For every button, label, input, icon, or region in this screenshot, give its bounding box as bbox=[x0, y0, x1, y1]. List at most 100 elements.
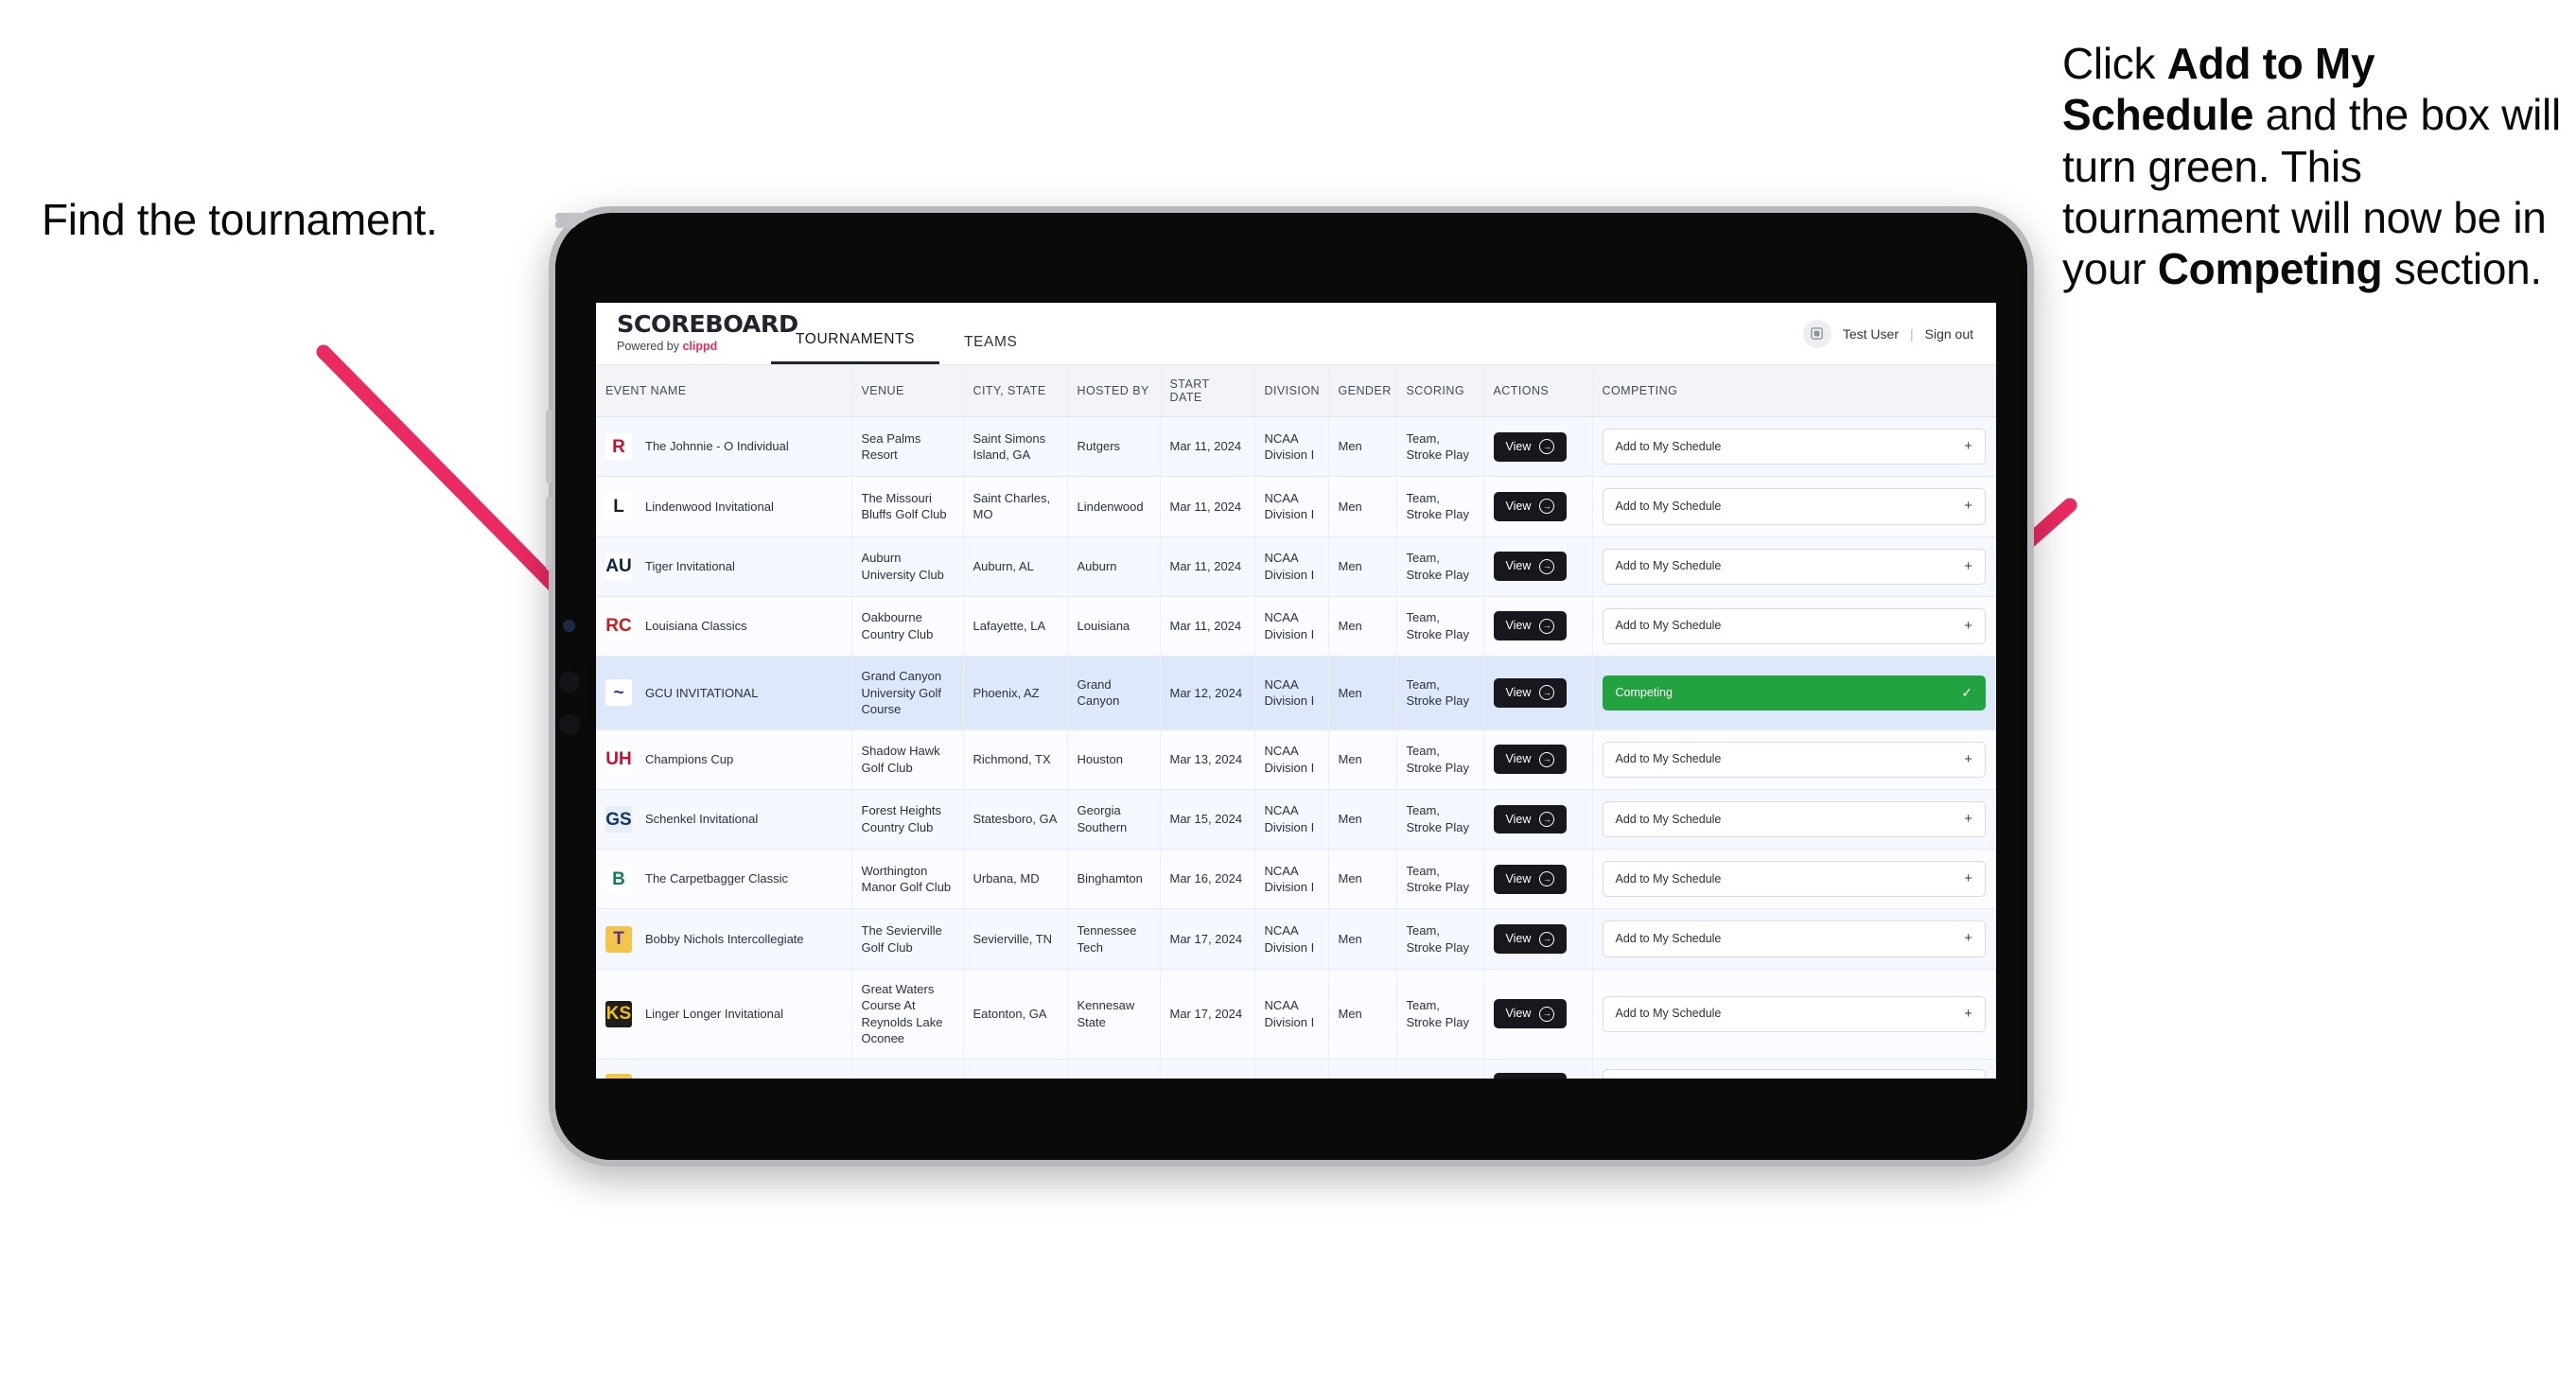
add-to-my-schedule-button[interactable]: Add to My Schedule+ bbox=[1602, 861, 1986, 898]
col-scoring: SCORING bbox=[1396, 365, 1484, 417]
view-button[interactable]: View→ bbox=[1493, 431, 1568, 462]
add-to-my-schedule-button[interactable]: Add to My Schedule+ bbox=[1602, 488, 1986, 525]
cell-event-name: RC Louisiana Classics bbox=[596, 596, 852, 658]
col-actions: ACTIONS bbox=[1483, 365, 1593, 417]
table-row[interactable]: L Lindenwood Invitational The Missouri Blu… bbox=[596, 476, 1996, 537]
table-row[interactable]: GS Schenkel Invitational Forest Heights Co… bbox=[596, 789, 1996, 851]
team-logo-icon: ~ bbox=[605, 679, 632, 707]
view-button[interactable]: View → bbox=[1493, 552, 1568, 582]
annotation-add-to-schedule: Click Add to My Schedule and the box wil… bbox=[2062, 38, 2564, 294]
cell-competing: Add to My Schedule + bbox=[1592, 596, 1996, 658]
cell-venue: Shadow Hawk Golf Club bbox=[851, 729, 964, 790]
add-to-my-schedule-button[interactable]: Add to My Schedule+ bbox=[1602, 741, 1986, 778]
cell-start-date: Mar 17, 2024 bbox=[1160, 969, 1255, 1060]
table-row[interactable]: KS Linger Longer Invitational Great Waters… bbox=[596, 969, 1996, 1060]
view-button[interactable]: View→ bbox=[1493, 864, 1568, 894]
team-logo-icon: L bbox=[605, 493, 632, 520]
arrow-right-circle-icon: → bbox=[1539, 558, 1555, 574]
cell-start-date: Mar 11, 2024 bbox=[1160, 476, 1255, 537]
annotation-run-4: section. bbox=[2382, 244, 2542, 294]
arrow-right-circle-icon: → bbox=[1539, 812, 1555, 828]
volume-up-button[interactable] bbox=[546, 410, 552, 483]
cell-scoring: Team, bbox=[1396, 1059, 1484, 1079]
table-row[interactable]: R The Johnnie - O Individual Sea Palms Res… bbox=[596, 416, 1996, 478]
view-button-label: View bbox=[1505, 685, 1532, 699]
event-name-label: Bobby Nichols Intercollegiate bbox=[645, 931, 804, 946]
view-button[interactable]: View→ bbox=[1493, 745, 1568, 775]
cell-scoring: Team, Stroke Play bbox=[1396, 969, 1484, 1060]
view-button-label: View bbox=[1505, 439, 1532, 453]
event-name-label: Lindenwood Invitational bbox=[645, 499, 774, 514]
view-button[interactable]: View → bbox=[1493, 804, 1568, 834]
cell-gender: Men bbox=[1328, 476, 1397, 537]
cell-hosted-by: Lindenwood bbox=[1067, 476, 1161, 537]
event-name-label: The Carpetbagger Classic bbox=[645, 871, 789, 886]
event-name-label: Tiger Invitational bbox=[645, 558, 735, 573]
cell-hosted-by: Tennessee Tech bbox=[1067, 908, 1161, 970]
col-venue: VENUE bbox=[851, 365, 964, 417]
brand-logo[interactable]: SCOREBOARD Powered by clippd bbox=[596, 303, 798, 364]
table-row[interactable]: RC Louisiana Classics Oakbourne Country Cl… bbox=[596, 596, 1996, 658]
add-to-my-schedule-button[interactable]: Add to My Schedule+ bbox=[1602, 995, 1986, 1032]
cell-division: NCAA Division I bbox=[1254, 729, 1329, 790]
cell-actions: View → bbox=[1483, 729, 1593, 790]
table-row[interactable]: AU Tiger Invitational Auburn University Cl… bbox=[596, 536, 1996, 597]
add-to-my-schedule-button[interactable]: Add to My Schedule+ bbox=[1602, 921, 1986, 957]
cell-scoring: Team, Stroke Play bbox=[1396, 416, 1484, 478]
event-name-label: The Johnnie - O Individual bbox=[645, 439, 789, 454]
tab-teams[interactable]: TEAMS bbox=[939, 334, 1042, 364]
col-competing: COMPETING bbox=[1592, 365, 1996, 417]
cell-hosted-by: Grand Canyon bbox=[1067, 656, 1161, 730]
competing-button[interactable]: Competing ✓ bbox=[1602, 675, 1986, 711]
view-button[interactable]: View→ bbox=[1493, 491, 1568, 521]
cell-hosted-by: Louisiana bbox=[1067, 596, 1161, 658]
header-user-area: Test User | Sign out bbox=[1802, 303, 1996, 364]
event-name-label: Schenkel Invitational bbox=[645, 812, 759, 827]
view-button-label: View bbox=[1505, 871, 1532, 886]
cell-scoring: Team, Stroke Play bbox=[1396, 849, 1484, 910]
view-button[interactable]: View→ bbox=[1493, 677, 1568, 708]
add-to-my-schedule-button[interactable]: Add to My Schedule+ bbox=[1602, 607, 1986, 644]
table-row[interactable]: Brook Valley NCAA Team, View→ Add to My Sche… bbox=[596, 1059, 1996, 1079]
cell-scoring: Team, Stroke Play bbox=[1396, 476, 1484, 537]
rear-camera-lens-2-icon bbox=[559, 714, 580, 735]
event-name-label: Louisiana Classics bbox=[645, 619, 747, 634]
view-button[interactable]: View→ bbox=[1493, 611, 1568, 641]
view-button[interactable]: View→ bbox=[1493, 999, 1568, 1029]
table-row[interactable]: B The Carpetbagger Classic Worthington Man… bbox=[596, 849, 1996, 910]
rear-camera-lens-icon bbox=[559, 672, 580, 693]
cell-city-state bbox=[963, 1059, 1068, 1079]
cell-actions: View → bbox=[1483, 476, 1593, 537]
sign-out-link[interactable]: Sign out bbox=[1925, 326, 1973, 342]
competing-button-label: Competing bbox=[1615, 685, 1673, 699]
view-button-label: View bbox=[1505, 812, 1532, 826]
cell-division: NCAA Division I bbox=[1254, 908, 1329, 970]
cell-division: NCAA Division I bbox=[1254, 656, 1329, 730]
cell-start-date: Mar 16, 2024 bbox=[1160, 849, 1255, 910]
event-name-label: Linger Longer Invitational bbox=[645, 1006, 783, 1021]
view-button[interactable]: View→ bbox=[1493, 924, 1568, 954]
add-to-my-schedule-button[interactable]: Add to My Schedule+ bbox=[1602, 429, 1986, 465]
col-division: DIVISION bbox=[1254, 365, 1329, 417]
add-to-my-schedule-button[interactable]: Add to My Schedule+ bbox=[1602, 800, 1986, 838]
table-row[interactable]: UH Champions Cup Shadow Hawk Golf Club Rich… bbox=[596, 729, 1996, 790]
cell-competing: Add to My Schedule + bbox=[1592, 729, 1996, 790]
table-row[interactable]: T Bobby Nichols Intercollegiate The Sevier… bbox=[596, 908, 1996, 970]
user-avatar-icon[interactable] bbox=[1802, 319, 1831, 348]
team-logo-icon: RC bbox=[605, 612, 632, 640]
cell-actions: View → bbox=[1483, 596, 1593, 658]
volume-down-button[interactable] bbox=[546, 497, 552, 570]
view-button[interactable]: View→ bbox=[1493, 1072, 1568, 1079]
cell-actions: View → bbox=[1483, 908, 1593, 970]
cell-start-date: Mar 11, 2024 bbox=[1160, 536, 1255, 597]
cell-competing: Add to My Schedule + bbox=[1592, 789, 1996, 851]
add-to-my-schedule-button[interactable]: Add to My Schedule+ bbox=[1602, 548, 1986, 585]
team-logo-icon: B bbox=[605, 866, 632, 893]
table-row[interactable]: ~ GCU INVITATIONAL Grand Canyon University… bbox=[596, 656, 1996, 730]
add-to-my-schedule-button[interactable]: Add to My Schedule+ bbox=[1602, 1068, 1986, 1079]
tablet-device-frame: SCOREBOARD Powered by clippd TOURNAMENTS… bbox=[546, 206, 2034, 1167]
view-button-label: View bbox=[1505, 559, 1532, 573]
cell-start-date: Mar 13, 2024 bbox=[1160, 729, 1255, 790]
view-button-label: View bbox=[1505, 752, 1532, 766]
cell-actions: View → bbox=[1483, 969, 1593, 1060]
